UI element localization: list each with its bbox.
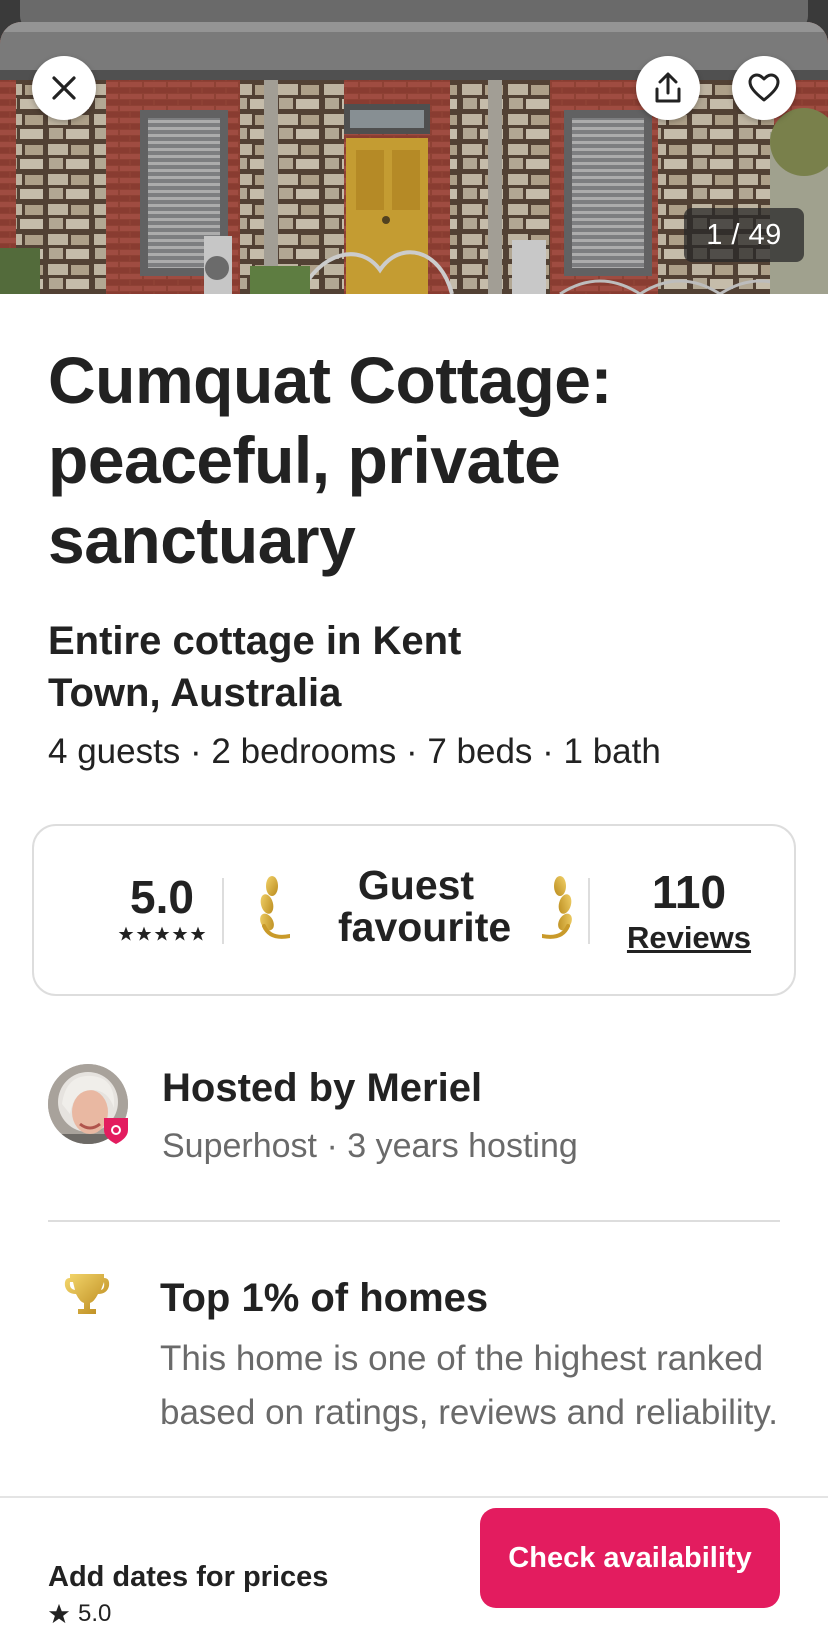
listing-sheet: 1 / 49 Cumquat Cottage: peaceful, privat… — [0, 22, 828, 1628]
trophy-icon — [64, 1274, 110, 1314]
superhost-badge-icon — [104, 1118, 128, 1144]
reviews-link[interactable]: Reviews — [614, 918, 764, 958]
listing-title: Cumquat Cottage: peaceful, private sanct… — [48, 343, 612, 577]
host-name: Hosted by Meriel — [162, 1066, 483, 1110]
laurel-icon — [542, 876, 572, 939]
highlight-description: This home is one of the highest ranked b… — [160, 1339, 779, 1432]
price-prompt[interactable]: Add dates for prices — [48, 1560, 328, 1594]
star-icon — [154, 926, 170, 941]
section-divider — [48, 1220, 780, 1222]
hero-photo[interactable]: 1 / 49 — [0, 22, 828, 294]
star-icon — [118, 926, 134, 941]
rating-score: 5.0 — [92, 872, 232, 942]
host-section[interactable]: Hosted by Meriel Superhost · 3 years hos… — [48, 1064, 788, 1165]
photo-counter: 1 / 49 — [684, 208, 804, 262]
rating-card-divider — [588, 878, 590, 944]
star-icon — [172, 926, 188, 941]
share-icon — [655, 72, 681, 103]
host-meta: Superhost · 3 years hosting — [162, 1127, 578, 1165]
guest-favourite-badge: Guest favourite — [246, 862, 586, 958]
guest-favourite-label: Guest favourite — [338, 862, 512, 950]
rating-card-divider — [222, 878, 224, 944]
rating-card[interactable]: 5.0 Guest favourite 110 Reviews — [32, 824, 796, 996]
star-icon — [48, 1603, 70, 1624]
star-icon — [190, 926, 206, 941]
rating-stars — [92, 926, 232, 942]
reviews-summary[interactable]: 110 Reviews — [614, 866, 764, 958]
share-button[interactable] — [636, 56, 700, 120]
highlight-title: Top 1% of homes — [160, 1276, 489, 1320]
favorite-button[interactable] — [732, 56, 796, 120]
close-icon — [52, 76, 76, 100]
rating-value: 5.0 — [130, 871, 194, 923]
close-button[interactable] — [32, 56, 96, 120]
listing-subtitle: Entire cottage in Kent Town, Australia — [48, 619, 462, 715]
footer-rating-value: 5.0 — [78, 1600, 112, 1627]
listing-details: 4 guests · 2 bedrooms · 7 beds · 1 bath — [48, 732, 661, 771]
footer-rating: 5.0 — [48, 1600, 111, 1628]
check-availability-button[interactable]: Check availability — [480, 1508, 780, 1608]
reviews-count: 110 — [651, 866, 727, 918]
heart-icon — [748, 73, 780, 102]
star-icon — [136, 926, 152, 941]
